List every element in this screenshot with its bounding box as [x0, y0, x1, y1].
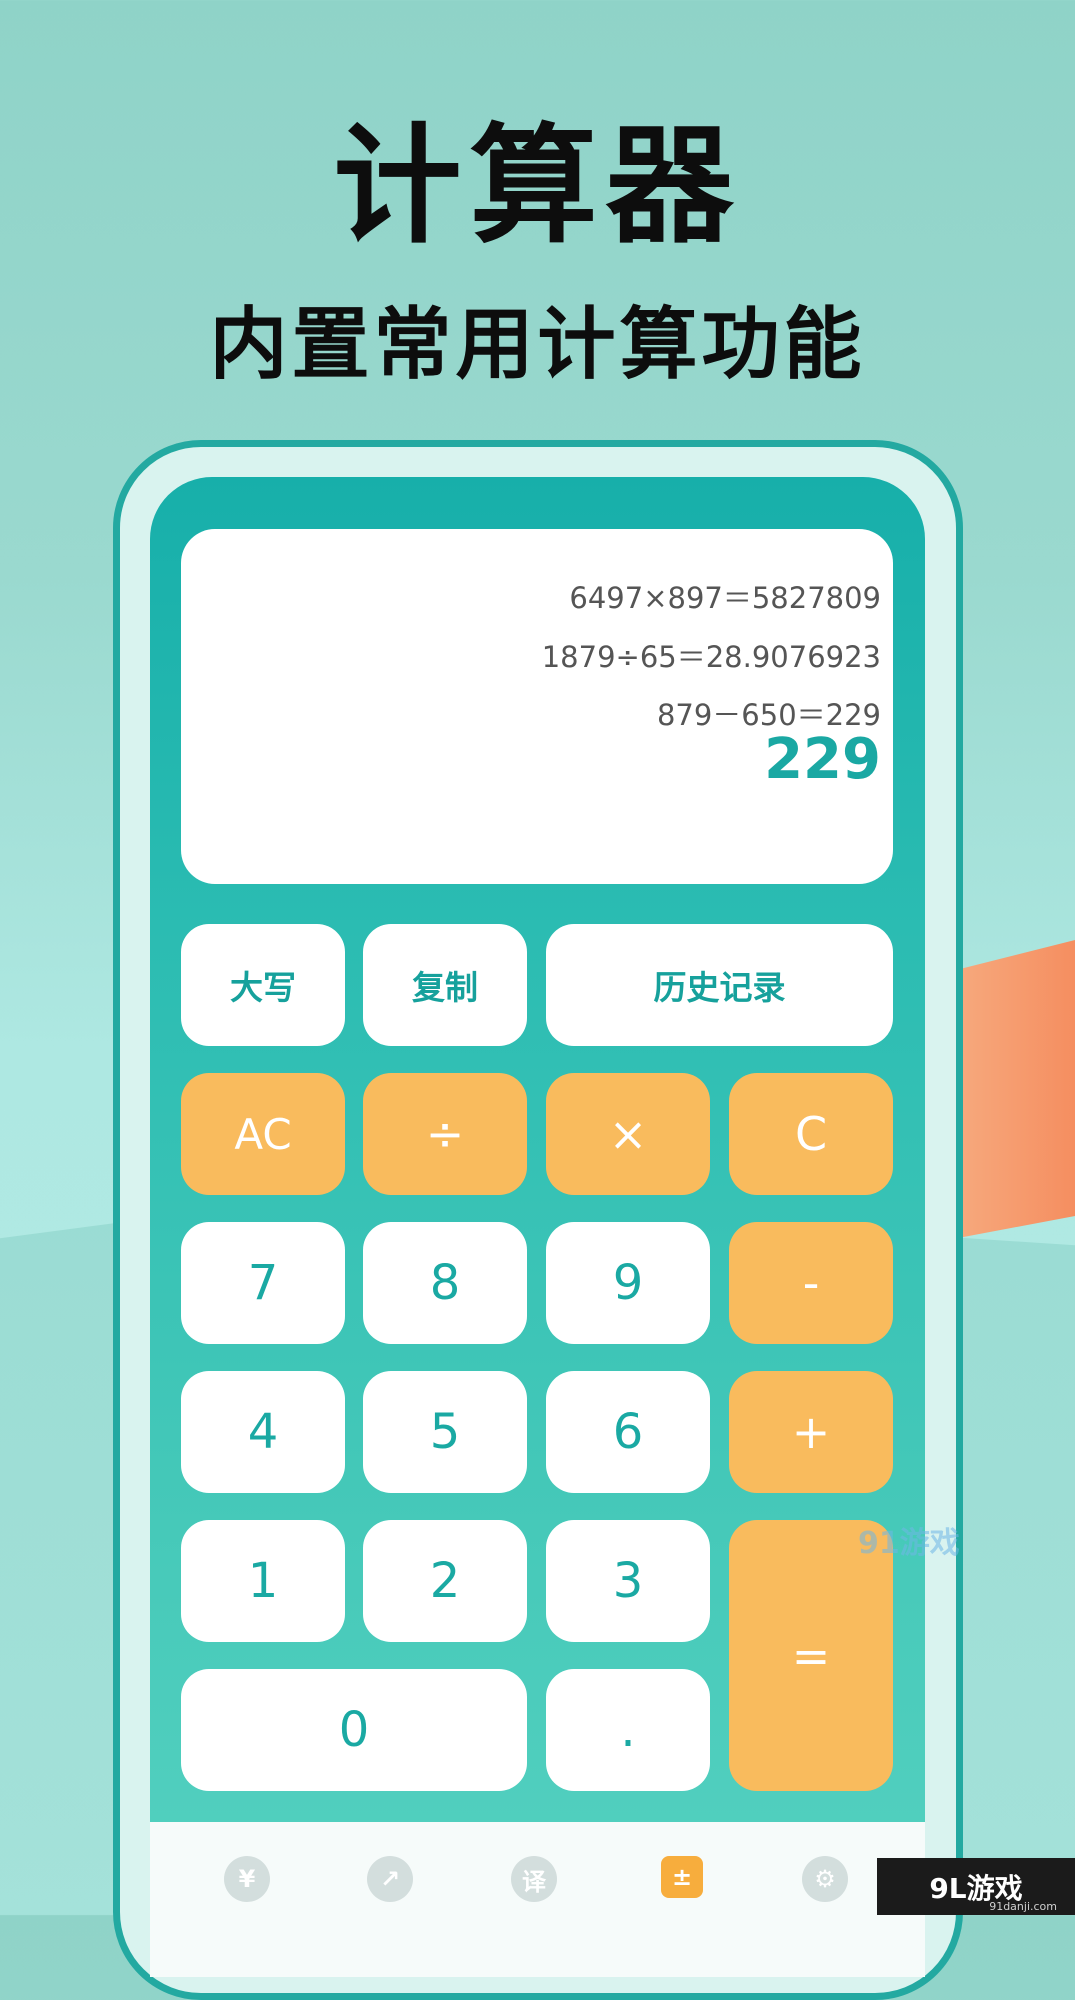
watermark: 91游戏 — [858, 1526, 960, 1561]
copy-button[interactable]: 复制 — [363, 924, 527, 1046]
digit-9-key[interactable]: 9 — [546, 1222, 710, 1344]
calculator-icon[interactable]: ± — [661, 1856, 703, 1898]
minus-key[interactable]: - — [729, 1222, 893, 1344]
digit-1-key[interactable]: 1 — [181, 1520, 345, 1642]
decimal-key[interactable]: . — [546, 1669, 710, 1791]
watermark-corner: 9L游戏 91danji.com — [877, 1858, 1075, 1915]
bottom-navigation: ¥ ↗ 译 ± ⚙ — [150, 1822, 925, 1977]
uppercase-button[interactable]: 大写 — [181, 924, 345, 1046]
chart-icon[interactable]: ↗ — [367, 1856, 413, 1902]
page-title: 计算器 — [333, 112, 742, 261]
plus-key[interactable]: + — [729, 1371, 893, 1493]
digit-2-key[interactable]: 2 — [363, 1520, 527, 1642]
watermark-corner-url: 91danji.com — [989, 1900, 1057, 1913]
translate-icon[interactable]: 译 — [511, 1856, 557, 1902]
digit-3-key[interactable]: 3 — [546, 1520, 710, 1642]
digit-0-key[interactable]: 0 — [181, 1669, 527, 1791]
all-clear-key[interactable]: AC — [181, 1073, 345, 1195]
result-value: 229 — [764, 727, 881, 792]
history-line: 6497×897＝5827809 — [569, 581, 881, 615]
calculator-screen: 6497×897＝5827809 1879÷65＝28.9076923 879－… — [150, 477, 925, 1977]
multiply-key[interactable]: × — [546, 1073, 710, 1195]
divide-key[interactable]: ÷ — [363, 1073, 527, 1195]
history-line: 1879÷65＝28.9076923 — [541, 640, 881, 674]
digit-7-key[interactable]: 7 — [181, 1222, 345, 1344]
digit-5-key[interactable]: 5 — [363, 1371, 527, 1493]
page-subtitle: 内置常用计算功能 — [209, 300, 866, 390]
digit-8-key[interactable]: 8 — [363, 1222, 527, 1344]
digit-6-key[interactable]: 6 — [546, 1371, 710, 1493]
settings-icon[interactable]: ⚙ — [802, 1856, 848, 1902]
clear-key[interactable]: C — [729, 1073, 893, 1195]
history-button[interactable]: 历史记录 — [546, 924, 893, 1046]
currency-icon[interactable]: ¥ — [224, 1856, 270, 1902]
digit-4-key[interactable]: 4 — [181, 1371, 345, 1493]
